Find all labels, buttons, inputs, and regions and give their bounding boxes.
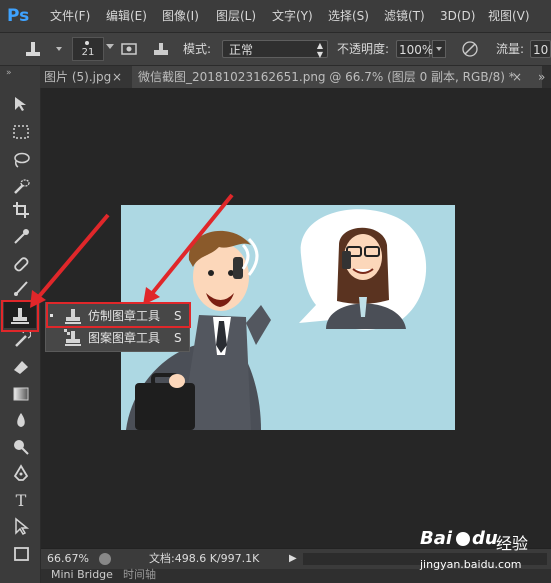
status-info-icon[interactable] (99, 553, 111, 565)
flyout-highlight-box (46, 302, 191, 328)
toggle-brush-panel-icon[interactable] (152, 41, 170, 57)
menu-bar: Ps 文件(F) 编辑(E) 图像(I) 图层(L) 文字(Y) 选择(S) 滤… (0, 0, 551, 33)
opacity-label: 不透明度: (337, 42, 390, 56)
mode-value: 正常 (229, 43, 254, 57)
stamp-icon (26, 42, 62, 56)
baidu-watermark: Bai du 经验 jingyan.baidu.com (420, 528, 545, 574)
tab-wechat-screenshot[interactable]: 微信截图_20181023162651.png @ 66.7% (图层 0 副本… (132, 66, 542, 88)
close-icon[interactable]: × (112, 66, 122, 88)
menu-select[interactable]: 选择(S) (328, 0, 369, 32)
options-bar: 21 模式: 正常 ▲ ▼ 不透明度: 100% 流量: 10 (0, 33, 551, 66)
close-icon[interactable]: × (512, 66, 522, 88)
menu-image[interactable]: 图像(I) (162, 0, 199, 32)
app-logo: Ps (7, 6, 30, 26)
pen-tool-icon[interactable] (9, 464, 33, 486)
eyedropper-icon[interactable] (9, 226, 33, 248)
shape-tool-icon[interactable] (9, 544, 33, 566)
menu-file[interactable]: 文件(F) (50, 0, 90, 32)
select-arrows-icon: ▲ ▼ (316, 41, 323, 59)
tab-label: 微信截图_20181023162651.png @ 66.7% (图层 0 副本… (138, 70, 515, 84)
opacity-value: 100% (399, 43, 434, 57)
path-selection-icon[interactable] (9, 516, 33, 538)
opacity-dropdown-icon[interactable] (432, 40, 446, 58)
status-menu-arrow-icon[interactable]: ▶ (289, 549, 297, 569)
tool-highlight-box (1, 300, 39, 332)
brush-tool-icon[interactable] (9, 278, 33, 300)
zoom-level[interactable]: 66.67% (47, 549, 89, 569)
brush-dot-icon (85, 41, 89, 45)
brush-size: 21 (81, 47, 95, 58)
history-brush-icon[interactable] (9, 329, 33, 352)
menu-filter[interactable]: 滤镜(T) (384, 0, 425, 32)
move-tool-icon[interactable] (9, 94, 33, 116)
dodge-tool-icon[interactable] (9, 436, 33, 458)
gradient-tool-icon[interactable] (9, 384, 33, 406)
blur-tool-icon[interactable] (9, 410, 33, 432)
tab-mini-bridge[interactable]: Mini Bridge (51, 567, 113, 583)
mode-select[interactable]: 正常 ▲ ▼ (222, 40, 328, 59)
panel-collapse-icon[interactable]: » (6, 68, 12, 78)
watermark-brand: Bai (420, 528, 453, 549)
pattern-stamp-icon (64, 329, 81, 346)
document-size: 文档:498.6 K/997.1K (149, 552, 260, 565)
tab-timeline[interactable]: 时间轴 (123, 567, 156, 583)
pattern-stamp-tool-item[interactable]: 图案图章工具 S (46, 327, 189, 349)
flow-value: 10 (533, 43, 549, 57)
eraser-tool-icon[interactable] (9, 356, 33, 378)
opacity-input[interactable]: 100% (396, 40, 434, 58)
pressure-opacity-icon[interactable] (460, 40, 480, 58)
menu-edit[interactable]: 编辑(E) (106, 0, 147, 32)
tab-image5[interactable]: 图片 (5).jpg × (40, 66, 133, 88)
menu-type[interactable]: 文字(Y) (272, 0, 313, 32)
marquee-tool-icon[interactable] (9, 122, 33, 144)
document-tabs: 图片 (5).jpg × 微信截图_20181023162651.png @ 6… (40, 66, 551, 88)
menu-layer[interactable]: 图层(L) (216, 0, 256, 32)
flow-label: 流量: (496, 42, 525, 56)
pattern-stamp-label: 图案图章工具 (88, 331, 161, 345)
watermark-url: jingyan.baidu.com (420, 558, 522, 571)
lasso-tool-icon[interactable] (9, 150, 33, 172)
mode-label: 模式: (183, 42, 212, 56)
brush-picker[interactable]: 21 (72, 37, 104, 61)
watermark-text: 经验 (496, 534, 529, 553)
crop-tool-icon[interactable] (9, 200, 33, 222)
type-tool-icon[interactable]: T (9, 490, 33, 512)
pattern-stamp-shortcut: S (174, 331, 182, 345)
flow-input[interactable]: 10 (530, 40, 551, 58)
clone-source-icon[interactable] (120, 41, 138, 57)
watermark-brand-2: du (472, 528, 498, 549)
tab-label: 图片 (5).jpg (44, 70, 112, 84)
quick-selection-icon[interactable] (9, 176, 33, 198)
tabs-overflow-icon[interactable]: » (538, 66, 545, 88)
menu-view[interactable]: 视图(V) (488, 0, 530, 32)
brush-dropdown-icon[interactable] (106, 44, 114, 49)
tool-preset-picker[interactable] (20, 39, 66, 59)
menu-3d[interactable]: 3D(D) (440, 0, 475, 32)
paw-icon (456, 532, 470, 546)
healing-brush-icon[interactable] (9, 254, 33, 276)
